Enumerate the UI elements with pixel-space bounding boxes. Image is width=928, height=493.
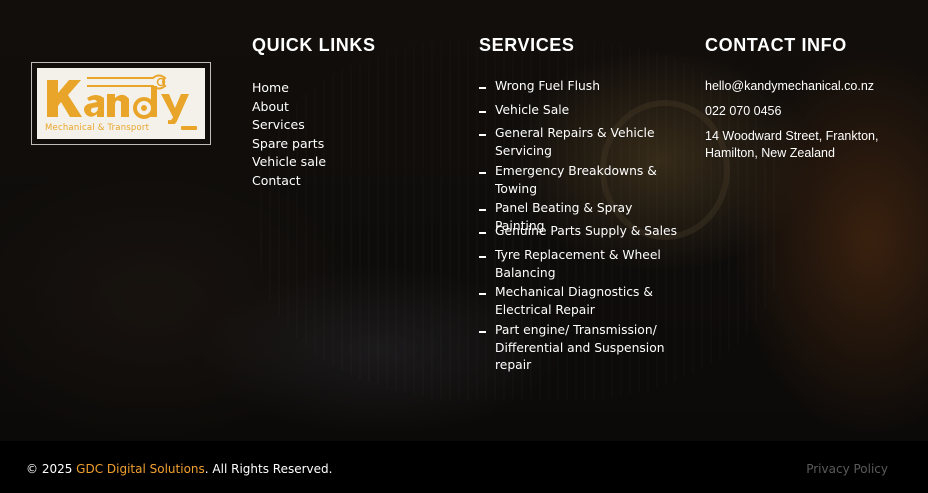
dash-icon	[479, 172, 486, 174]
service-label: Emergency Breakdowns & Towing	[495, 164, 657, 196]
service-item[interactable]: Vehicle Sale	[479, 102, 679, 125]
logo-tagline: Mechanical & Transport	[45, 123, 150, 133]
copyright-suffix: . All Rights Reserved.	[204, 462, 333, 476]
quick-links-list: Home About Services Spare parts Vehicle …	[252, 79, 326, 191]
quick-link-about[interactable]: About	[252, 98, 326, 117]
dash-icon	[479, 111, 486, 113]
copyright-prefix: © 2025	[26, 462, 77, 476]
copyright-text: © 2025 GDC Digital Solutions. All Rights…	[26, 462, 332, 476]
quick-link-contact[interactable]: Contact	[252, 172, 326, 191]
service-label: Tyre Replacement & Wheel Balancing	[495, 248, 661, 280]
quick-link-vehicle-sale[interactable]: Vehicle sale	[252, 153, 326, 172]
dash-icon	[479, 293, 486, 295]
quick-link-spare-parts[interactable]: Spare parts	[252, 135, 326, 154]
quick-link-services[interactable]: Services	[252, 116, 326, 135]
dash-icon	[479, 232, 486, 234]
quick-links-title: QUICK LINKS	[252, 35, 376, 55]
service-item[interactable]: Panel Beating & Spray Painting	[479, 200, 679, 233]
logo-accent-bar	[181, 126, 197, 130]
service-label: General Repairs & Vehicle Servicing	[495, 126, 655, 158]
contact-info-title: CONTACT INFO	[705, 35, 847, 55]
company-link[interactable]: GDC Digital Solutions	[76, 462, 205, 476]
services-title: SERVICES	[479, 35, 575, 55]
privacy-policy-link[interactable]: Privacy Policy	[806, 462, 888, 476]
service-item[interactable]: Mechanical Diagnostics & Electrical Repa…	[479, 284, 679, 322]
logo-wordmark-icon	[47, 74, 189, 124]
dash-icon	[479, 87, 486, 89]
service-label: Wrong Fuel Flush	[495, 79, 600, 93]
contact-phone-link[interactable]: 022 070 0456	[705, 104, 781, 118]
dash-icon	[479, 134, 486, 136]
service-label: Mechanical Diagnostics & Electrical Repa…	[495, 285, 653, 317]
service-label: Vehicle Sale	[495, 103, 570, 117]
logo: Mechanical & Transport	[37, 68, 205, 139]
service-label: Part engine/ Transmission/ Differential …	[495, 323, 665, 373]
contact-email-link[interactable]: hello@kandymechanical.co.nz	[705, 79, 874, 93]
service-item[interactable]: Tyre Replacement & Wheel Balancing	[479, 247, 679, 284]
service-item[interactable]: General Repairs & Vehicle Servicing	[479, 125, 679, 163]
contact-address: 14 Woodward Street, Frankton, Hamilton, …	[705, 129, 879, 160]
dash-icon	[479, 256, 486, 258]
service-item[interactable]: Emergency Breakdowns & Towing	[479, 163, 679, 200]
dash-icon	[479, 209, 486, 211]
service-item[interactable]: Wrong Fuel Flush	[479, 78, 679, 102]
service-item[interactable]: Genuine Parts Supply & Sales	[479, 223, 679, 247]
logo-link[interactable]: Mechanical & Transport	[31, 62, 211, 145]
footer-bar: © 2025 GDC Digital Solutions. All Rights…	[0, 441, 928, 493]
service-label: Genuine Parts Supply & Sales	[495, 224, 677, 238]
quick-link-home[interactable]: Home	[252, 79, 326, 98]
service-item[interactable]: Part engine/ Transmission/ Differential …	[479, 322, 679, 376]
services-list: Wrong Fuel Flush Vehicle Sale General Re…	[479, 78, 679, 376]
dash-icon	[479, 331, 486, 333]
